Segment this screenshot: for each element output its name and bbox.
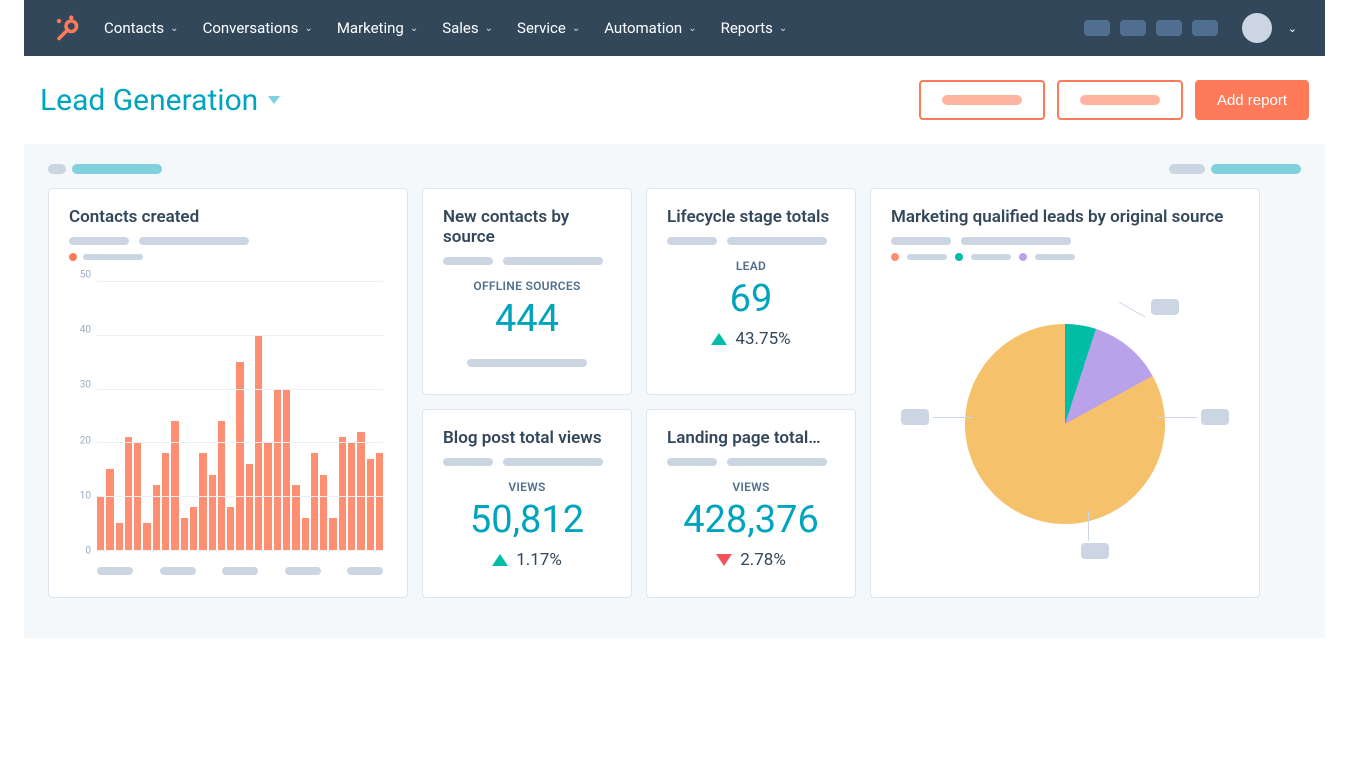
bar — [199, 453, 206, 550]
header-action-button[interactable] — [919, 80, 1045, 120]
pie-slice-label — [1081, 543, 1109, 559]
chevron-down-icon: ⌄ — [572, 23, 580, 34]
page-actions: Add report — [919, 80, 1309, 120]
bar — [125, 437, 132, 550]
chevron-down-icon[interactable]: ⌄ — [1288, 22, 1297, 35]
bar — [236, 362, 243, 550]
nav-service[interactable]: Service⌄ — [517, 19, 580, 37]
bar — [302, 518, 309, 550]
bar — [283, 389, 290, 550]
card-new-contacts-by-source[interactable]: New contacts by source OFFLINE SOURCES 4… — [422, 188, 632, 395]
bar — [227, 507, 234, 550]
chevron-down-icon: ⌄ — [410, 23, 418, 34]
bar — [311, 453, 318, 550]
kpi-delta: 2.78% — [667, 550, 835, 570]
bar — [209, 475, 216, 550]
card-landing-page-views[interactable]: Landing page total… VIEWS 428,376 2.78% — [646, 409, 856, 598]
nav-action-icon[interactable] — [1192, 20, 1218, 36]
legend-dot-icon — [955, 253, 963, 261]
bar — [218, 421, 225, 550]
legend-dot-icon — [891, 253, 899, 261]
kpi-delta: 1.17% — [443, 550, 611, 570]
bar — [357, 432, 364, 550]
pie-slice-label — [1201, 409, 1229, 425]
card-title: Lifecycle stage totals — [667, 207, 835, 227]
dashboard-title-dropdown[interactable]: Lead Generation — [40, 83, 280, 118]
pie-slice-label — [901, 409, 929, 425]
bar — [181, 518, 188, 550]
bar — [116, 523, 123, 550]
filter-placeholder[interactable] — [48, 164, 162, 174]
nav-action-icon[interactable] — [1120, 20, 1146, 36]
nav-conversations[interactable]: Conversations⌄ — [203, 19, 313, 37]
nav-action-icon[interactable] — [1084, 20, 1110, 36]
page-header: Lead Generation Add report — [0, 56, 1349, 144]
card-title: Landing page total… — [667, 428, 835, 448]
card-title: Contacts created — [69, 207, 387, 227]
kpi-value: 69 — [667, 277, 835, 321]
bar — [329, 518, 336, 550]
bar — [106, 469, 113, 550]
pie-legend — [891, 253, 1239, 261]
bar — [153, 485, 160, 550]
kpi-label: OFFLINE SOURCES — [443, 279, 611, 293]
kpi-value: 50,812 — [443, 498, 611, 542]
card-lifecycle-stage-totals[interactable]: Lifecycle stage totals LEAD 69 43.75% — [646, 188, 856, 395]
page-title: Lead Generation — [40, 83, 258, 118]
nav-sales[interactable]: Sales⌄ — [442, 19, 493, 37]
kpi-label: VIEWS — [667, 480, 835, 494]
triangle-up-icon — [492, 554, 508, 566]
hubspot-logo-icon — [52, 14, 80, 42]
card-title: Marketing qualified leads by original so… — [891, 207, 1239, 227]
chevron-down-icon: ⌄ — [779, 23, 787, 34]
bar — [274, 389, 281, 550]
nav-contacts[interactable]: Contacts⌄ — [104, 19, 179, 37]
user-avatar[interactable] — [1242, 13, 1272, 43]
nav-action-icon[interactable] — [1156, 20, 1182, 36]
caret-down-icon — [268, 96, 280, 104]
pie-slice-label — [1151, 299, 1179, 315]
card-blog-post-views[interactable]: Blog post total views VIEWS 50,812 1.17% — [422, 409, 632, 598]
top-nav: Contacts⌄ Conversations⌄ Marketing⌄ Sale… — [24, 0, 1325, 56]
kpi-delta: 43.75% — [667, 329, 835, 349]
nav-links: Contacts⌄ Conversations⌄ Marketing⌄ Sale… — [104, 19, 1084, 37]
bar — [292, 485, 299, 550]
kpi-label: LEAD — [667, 259, 835, 273]
bar — [97, 496, 104, 550]
legend-dot-icon — [69, 253, 77, 261]
chevron-down-icon: ⌄ — [688, 23, 696, 34]
pie-chart — [891, 269, 1239, 579]
dashboard-canvas: Contacts created 01020304050 New contact… — [24, 144, 1325, 638]
header-action-button[interactable] — [1057, 80, 1183, 120]
bar — [339, 437, 346, 550]
triangle-up-icon — [711, 333, 727, 345]
chevron-down-icon: ⌄ — [170, 23, 178, 34]
bar — [367, 459, 374, 550]
bar — [246, 464, 253, 550]
bar — [162, 453, 169, 550]
contacts-bar-chart: 01020304050 — [69, 275, 387, 575]
card-title: Blog post total views — [443, 428, 611, 448]
triangle-down-icon — [716, 554, 732, 566]
bar — [143, 523, 150, 550]
card-title: New contacts by source — [443, 207, 611, 247]
nav-marketing[interactable]: Marketing⌄ — [337, 19, 418, 37]
chevron-down-icon: ⌄ — [304, 23, 312, 34]
legend-dot-icon — [1019, 253, 1027, 261]
chevron-down-icon: ⌄ — [485, 23, 493, 34]
kpi-value: 444 — [443, 297, 611, 341]
card-contacts-created[interactable]: Contacts created 01020304050 — [48, 188, 408, 598]
filter-placeholder[interactable] — [1169, 164, 1301, 174]
nav-reports[interactable]: Reports⌄ — [721, 19, 788, 37]
bar — [190, 507, 197, 550]
kpi-label: VIEWS — [443, 480, 611, 494]
bar — [320, 475, 327, 550]
bar — [376, 453, 383, 550]
nav-right: ⌄ — [1084, 13, 1297, 43]
add-report-button[interactable]: Add report — [1195, 80, 1309, 120]
nav-automation[interactable]: Automation⌄ — [604, 19, 696, 37]
kpi-value: 428,376 — [667, 498, 835, 542]
bar — [171, 421, 178, 550]
card-mql-by-source[interactable]: Marketing qualified leads by original so… — [870, 188, 1260, 598]
